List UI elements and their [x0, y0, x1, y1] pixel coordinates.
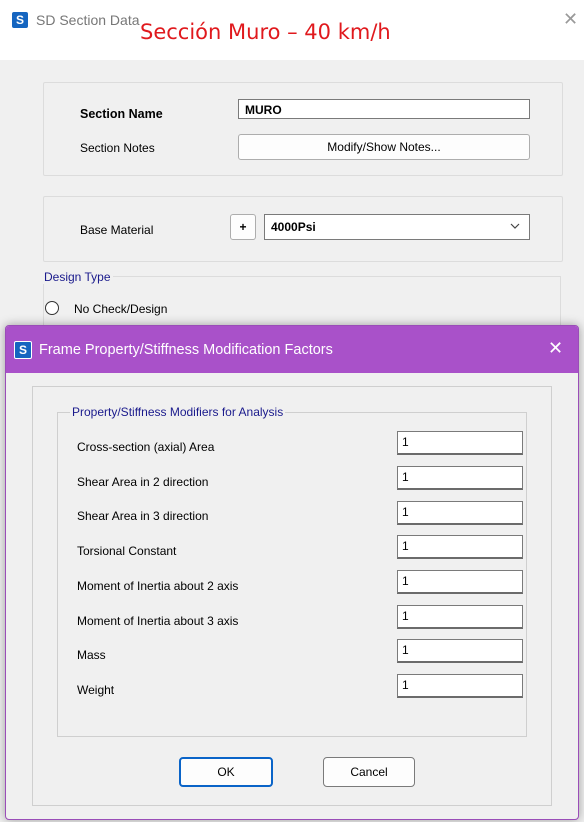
- modifier-label-mass: Mass: [77, 648, 106, 662]
- modifier-input-weight[interactable]: 1: [397, 674, 523, 698]
- modifier-input-inertia3[interactable]: 1: [397, 605, 523, 629]
- close-icon[interactable]: ✕: [548, 338, 563, 359]
- modifier-input-area[interactable]: 1: [397, 431, 523, 455]
- cancel-button[interactable]: Cancel: [323, 757, 415, 787]
- radio-unchecked-icon[interactable]: [44, 300, 60, 319]
- section-identity-group: Section Name MURO Section Notes Modify/S…: [43, 82, 563, 176]
- base-material-value: 4000Psi: [271, 220, 316, 234]
- dialog-content-frame: Property/Stiffness Modifiers for Analysi…: [32, 386, 552, 806]
- chevron-down-icon[interactable]: [509, 219, 521, 236]
- add-material-button[interactable]: +: [230, 214, 256, 240]
- section-name-input[interactable]: MURO: [238, 99, 530, 119]
- no-check-option-label[interactable]: No Check/Design: [74, 302, 167, 316]
- base-material-label: Base Material: [80, 223, 154, 237]
- modifiers-legend: Property/Stiffness Modifiers for Analysi…: [70, 405, 286, 419]
- window-title: SD Section Data: [36, 12, 140, 28]
- design-type-legend: Design Type: [42, 270, 113, 284]
- app-logo-icon: S: [12, 12, 28, 28]
- annotation-text: Sección Muro – 40 km/h: [140, 20, 391, 44]
- modifier-label-weight: Weight: [77, 683, 115, 697]
- section-name-label: Section Name: [80, 107, 163, 121]
- stiffness-modifiers-dialog: S Frame Property/Stiffness Modification …: [5, 325, 579, 820]
- modifier-label-inertia3: Moment of Inertia about 3 axis: [77, 614, 239, 628]
- modifier-input-torsion[interactable]: 1: [397, 535, 523, 559]
- modify-notes-button[interactable]: Modify/Show Notes...: [238, 134, 530, 160]
- modifier-label-inertia2: Moment of Inertia about 2 axis: [77, 579, 239, 593]
- modifier-label-shear2: Shear Area in 2 direction: [77, 475, 209, 489]
- modifier-label-area: Cross-section (axial) Area: [77, 440, 215, 454]
- material-group: Base Material + 4000Psi: [43, 196, 563, 262]
- modifier-input-shear2[interactable]: 1: [397, 466, 523, 490]
- modifier-input-shear3[interactable]: 1: [397, 501, 523, 525]
- section-notes-label: Section Notes: [80, 141, 155, 155]
- modifiers-group: Property/Stiffness Modifiers for Analysi…: [57, 405, 527, 737]
- modifier-input-inertia2[interactable]: 1: [397, 570, 523, 594]
- modifier-label-torsion: Torsional Constant: [77, 544, 177, 558]
- dialog-title: Frame Property/Stiffness Modification Fa…: [39, 342, 333, 358]
- close-icon[interactable]: ✕: [563, 9, 578, 30]
- modifier-label-shear3: Shear Area in 3 direction: [77, 509, 209, 523]
- ok-button[interactable]: OK: [179, 757, 273, 787]
- modifier-input-mass[interactable]: 1: [397, 639, 523, 663]
- base-material-select[interactable]: 4000Psi: [264, 214, 530, 240]
- app-logo-icon: S: [14, 341, 32, 359]
